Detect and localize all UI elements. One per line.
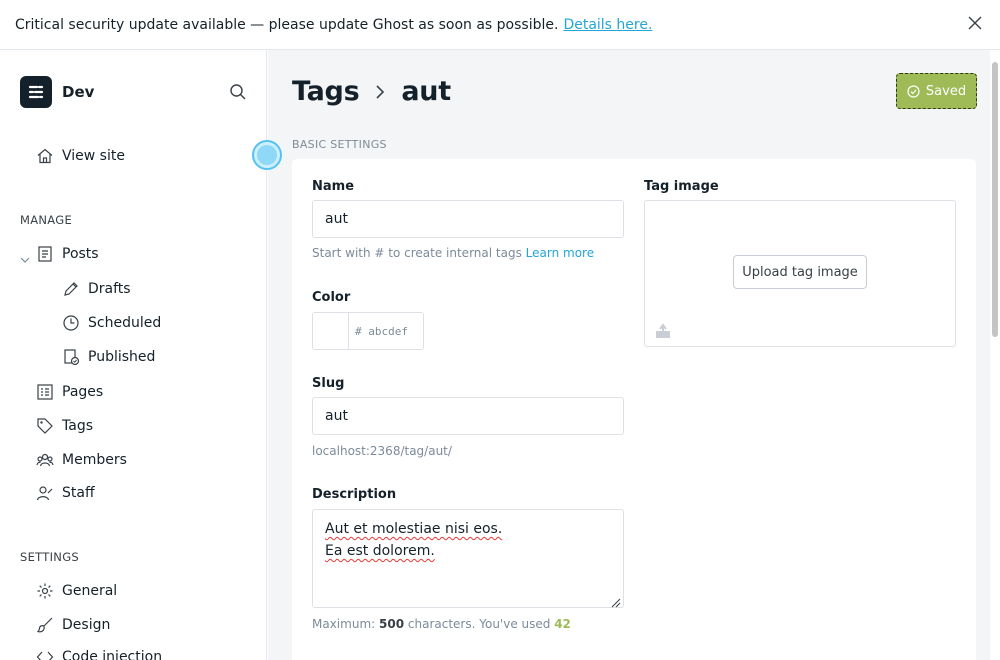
- chevron-right-icon: [373, 83, 387, 101]
- description-label: Description: [312, 487, 397, 502]
- nav-pages-label: Pages: [62, 384, 104, 400]
- tag-icon: [36, 417, 54, 435]
- onboarding-pulse-indicator[interactable]: [252, 140, 282, 170]
- settings-card: Name aut Start with # to create internal…: [292, 159, 976, 660]
- nav-published[interactable]: Published: [62, 348, 155, 366]
- resize-handle-icon[interactable]: [609, 593, 621, 608]
- section-title: BASIC SETTINGS: [292, 138, 387, 151]
- slug-value: aut: [325, 408, 348, 424]
- nav-view-site[interactable]: View site: [36, 147, 125, 165]
- nav-code-injection-label: Code injection: [62, 649, 163, 660]
- nav-pages[interactable]: Pages: [36, 383, 103, 401]
- nav-staff[interactable]: Staff: [36, 484, 95, 502]
- name-hint-text: Start with # to create internal tags: [312, 246, 522, 260]
- published-icon: [62, 348, 80, 366]
- nav-staff-label: Staff: [62, 485, 95, 501]
- members-icon: [36, 451, 54, 469]
- name-label: Name: [312, 179, 355, 194]
- tag-image-label: Tag image: [644, 179, 719, 194]
- nav-posts-label: Posts: [62, 246, 99, 262]
- manage-heading: MANAGE: [20, 213, 73, 227]
- check-circle-icon: [907, 84, 920, 98]
- nav-design-label: Design: [62, 617, 111, 633]
- image-icon: [655, 323, 671, 339]
- nav-tags-label: Tags: [62, 418, 93, 434]
- breadcrumb-tags-link[interactable]: Tags: [292, 76, 360, 107]
- color-input[interactable]: # abcdef: [312, 312, 424, 350]
- nav-scheduled-label: Scheduled: [88, 315, 162, 331]
- tag-image-dropzone[interactable]: Upload tag image: [644, 200, 956, 347]
- color-hex-placeholder: # abcdef: [355, 324, 408, 338]
- save-button-label: Saved: [925, 83, 967, 99]
- desc-hint-mid: characters. You've used: [407, 617, 551, 631]
- learn-more-link[interactable]: Learn more: [526, 246, 594, 260]
- description-line-1: Aut et molestiae nisi eos.: [325, 521, 503, 537]
- slug-input[interactable]: aut: [312, 397, 624, 435]
- desc-hint-used: 42: [554, 617, 571, 631]
- posts-icon: [36, 245, 54, 263]
- nav-posts[interactable]: Posts: [36, 245, 99, 263]
- nav-drafts-label: Drafts: [88, 281, 131, 297]
- name-value: aut: [325, 211, 348, 227]
- site-brand[interactable]: Dev: [20, 76, 94, 108]
- site-name: Dev: [62, 83, 95, 101]
- slug-label: Slug: [312, 376, 345, 391]
- slug-url: localhost:2368/tag/aut/: [312, 444, 452, 458]
- ghost-logo-icon: [20, 76, 52, 108]
- sidebar: Dev View site MANAGE Posts Drafts Schedu…: [0, 50, 267, 660]
- color-label: Color: [312, 290, 351, 305]
- nav-published-label: Published: [88, 349, 156, 365]
- nav-scheduled[interactable]: Scheduled: [62, 314, 161, 332]
- upload-tag-image-button[interactable]: Upload tag image: [733, 255, 867, 289]
- desc-hint-prefix: Maximum:: [312, 617, 376, 631]
- gear-icon: [36, 582, 54, 600]
- chevron-down-icon[interactable]: [20, 250, 30, 263]
- save-button[interactable]: Saved: [896, 73, 977, 109]
- nav-tags[interactable]: Tags: [36, 417, 93, 435]
- nav-code-injection[interactable]: Code injection: [36, 648, 162, 660]
- desc-hint-max: 500: [379, 617, 405, 631]
- nav-general[interactable]: General: [36, 582, 117, 600]
- pencil-icon: [62, 280, 80, 298]
- banner-message: Critical security update available — ple…: [15, 16, 559, 33]
- nav-members-label: Members: [62, 452, 127, 468]
- name-hint: Start with # to create internal tags Lea…: [312, 246, 594, 260]
- close-icon[interactable]: [967, 15, 983, 31]
- color-swatch[interactable]: [313, 313, 349, 349]
- home-icon: [36, 147, 54, 165]
- nav-members[interactable]: Members: [36, 451, 127, 469]
- settings-heading: SETTINGS: [20, 550, 80, 564]
- banner-details-link[interactable]: Details here.: [563, 17, 652, 33]
- description-textarea[interactable]: Aut et molestiae nisi eos. Ea est dolore…: [312, 509, 624, 608]
- nav-view-site-label: View site: [62, 148, 125, 164]
- search-icon[interactable]: [229, 83, 247, 101]
- page-title: aut: [401, 76, 451, 107]
- staff-icon: [36, 484, 54, 502]
- name-input[interactable]: aut: [312, 200, 624, 238]
- breadcrumb: Tags aut: [292, 76, 451, 107]
- clock-icon: [62, 314, 80, 332]
- nav-drafts[interactable]: Drafts: [62, 280, 131, 298]
- code-icon: [36, 648, 54, 660]
- pages-icon: [36, 383, 54, 401]
- description-line-2: Ea est dolorem.: [325, 543, 435, 559]
- description-hint: Maximum: 500 characters. You've used 42: [312, 617, 571, 631]
- update-banner: Critical security update available — ple…: [0, 0, 1000, 50]
- main-content: Tags aut Saved BASIC SETTINGS Name aut S…: [268, 50, 990, 660]
- brush-icon: [36, 616, 54, 634]
- nav-general-label: General: [62, 583, 118, 599]
- scrollbar[interactable]: [992, 62, 998, 337]
- nav-design[interactable]: Design: [36, 616, 110, 634]
